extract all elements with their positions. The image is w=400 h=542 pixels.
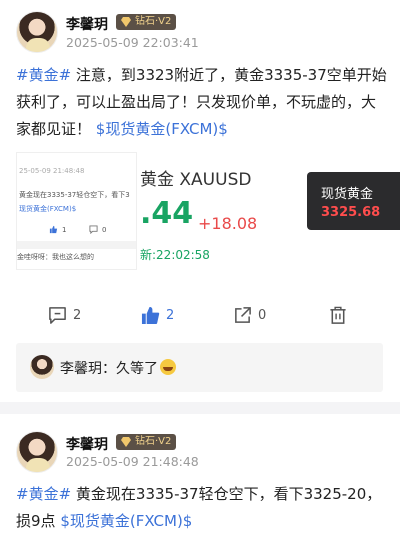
avatar[interactable] [16,431,58,473]
reply-text: 李馨玥：久等了 [60,358,176,378]
comment-icon [89,225,98,234]
preview-update-time: 新:22:02:58 [140,248,210,262]
preview-reply: 金哇呀呀：我也这么想的 [17,253,94,261]
level-badge: 钻石·V2 [116,434,177,450]
reply-avatar [30,355,54,379]
preview-text: 黄金现在3335-37轻仓空下，看下3 [19,191,130,199]
preview-symbol: 黄金 XAUUSD [140,170,252,190]
action-bar: 2 2 0 [0,300,400,336]
trash-icon [330,306,346,324]
preview-price: .44 [140,196,194,231]
like-count: 2 [166,308,175,323]
level-badge-text: 钻石·V2 [135,436,172,447]
laughing-emoji-icon [160,359,176,375]
preview-time: 25-05-09 21:48:48 [19,167,85,175]
delete-button[interactable] [329,306,347,325]
share-icon [235,307,251,323]
share-button[interactable]: 0 [233,306,266,325]
floating-quote-widget[interactable]: 现货黄金 3325.68 [307,172,400,230]
preview-like-count: 1 [62,225,67,234]
preview-change: +18.08 [198,214,258,233]
diamond-icon [121,17,131,27]
stock-link[interactable]: $现货黄金(FXCM)$ [96,120,228,138]
comment-button[interactable]: 2 [48,306,81,325]
hashtag-link[interactable]: #黄金# [16,485,71,503]
post-card: 李馨玥 钻石·V2 2025-05-09 21:48:48 #黄金# 黄金现在3… [0,414,400,542]
post-card: 李馨玥 钻石·V2 2025-05-09 22:03:41 #黄金# 注意，到3… [0,0,400,402]
reply-user: 李馨玥 [60,361,102,377]
username[interactable]: 李馨玥 [66,14,108,34]
thumbs-up-icon [49,225,58,234]
post-time: 2025-05-09 22:03:41 [66,35,199,50]
post-content: #黄金# 注意，到3323附近了，黄金3335-37空单开始获利了，可以止盈出局… [16,62,388,143]
hashtag-link[interactable]: #黄金# [16,66,71,84]
level-badge: 钻石·V2 [116,14,177,30]
like-button[interactable]: 2 [141,306,174,325]
preview-like: 1 [49,225,66,234]
quote-price: 3325.68 [321,205,381,220]
quote-title: 现货黄金 [321,187,374,202]
thumbs-up-icon [141,306,160,325]
preview-link: 现货黄金(FXCM)$ [19,205,77,213]
avatar[interactable] [16,11,58,53]
post-content: #黄金# 黄金现在3335-37轻仓空下，看下3325-20，损9点 $现货黄金… [16,481,388,535]
share-count: 0 [258,308,267,323]
comment-preview[interactable]: 李馨玥：久等了 [16,343,383,392]
diamond-icon [121,437,131,447]
preview-comment-count: 0 [102,225,107,234]
preview-image-left[interactable]: 25-05-09 21:48:48 黄金现在3335-37轻仓空下，看下3 现货… [16,152,137,270]
stock-link[interactable]: $现货黄金(FXCM)$ [60,512,192,530]
comment-icon [49,307,66,324]
username[interactable]: 李馨玥 [66,434,108,454]
preview-divider [17,241,136,249]
preview-image-quote[interactable]: 黄金 XAUUSD .44 +18.08 新:22:02:58 [140,152,262,270]
reply-content: 久等了 [116,361,158,377]
comment-count: 2 [73,308,82,323]
post-separator [0,402,400,414]
preview-comment: 0 [89,225,106,234]
level-badge-text: 钻石·V2 [135,16,172,27]
post-time: 2025-05-09 21:48:48 [66,454,199,469]
